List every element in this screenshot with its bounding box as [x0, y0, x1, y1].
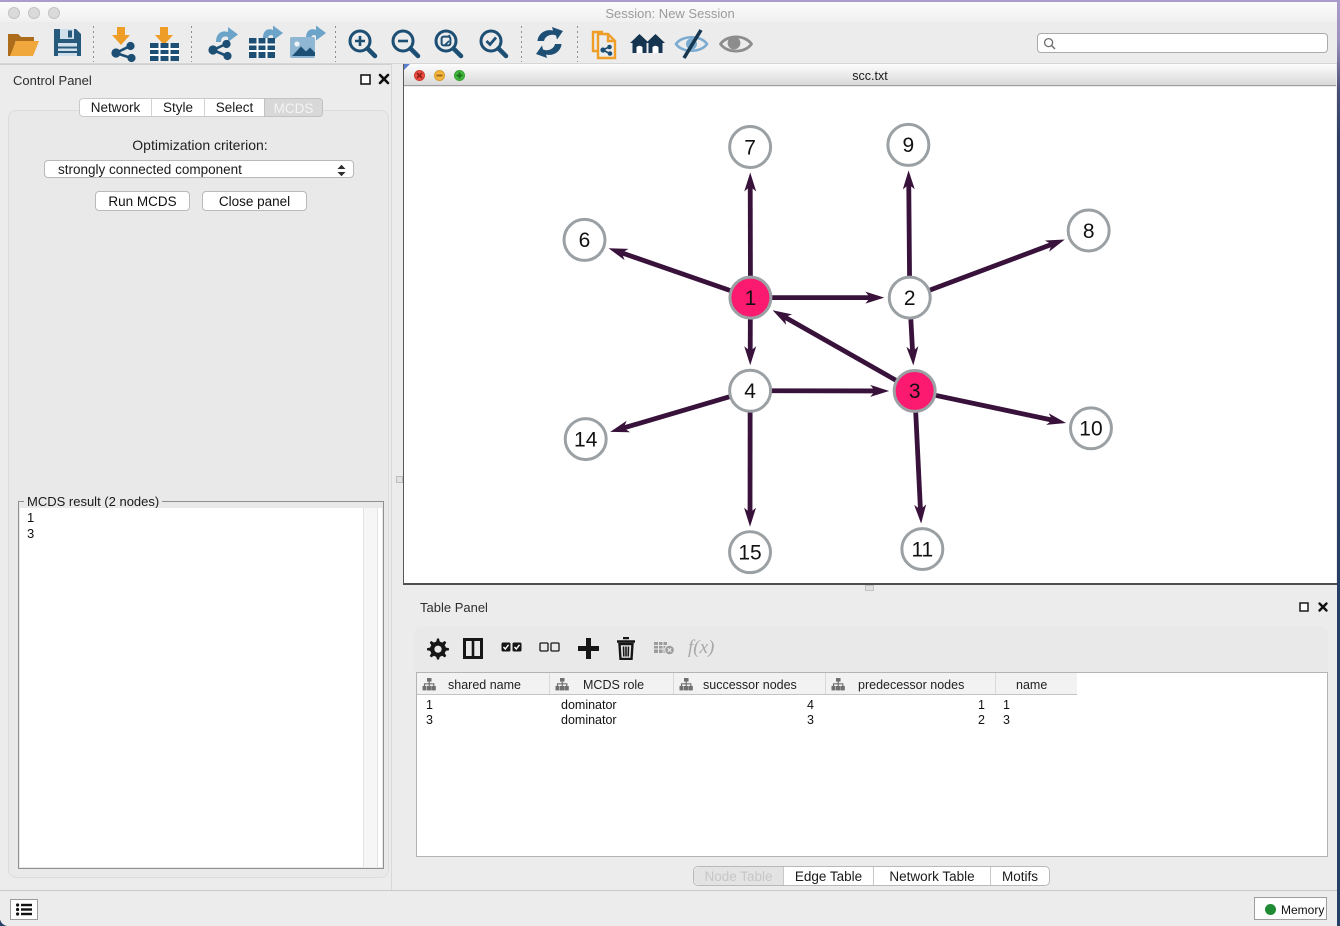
svg-text:1: 1: [745, 287, 757, 310]
svg-text:15: 15: [738, 541, 761, 564]
svg-text:2: 2: [904, 287, 916, 310]
svg-text:8: 8: [1083, 220, 1095, 243]
svg-text:3: 3: [909, 380, 921, 403]
svg-text:11: 11: [911, 538, 933, 561]
svg-text:10: 10: [1079, 418, 1102, 441]
svg-text:6: 6: [579, 229, 591, 252]
svg-text:4: 4: [744, 380, 756, 403]
svg-text:9: 9: [903, 134, 915, 157]
svg-text:7: 7: [744, 136, 756, 159]
svg-text:14: 14: [574, 428, 598, 451]
